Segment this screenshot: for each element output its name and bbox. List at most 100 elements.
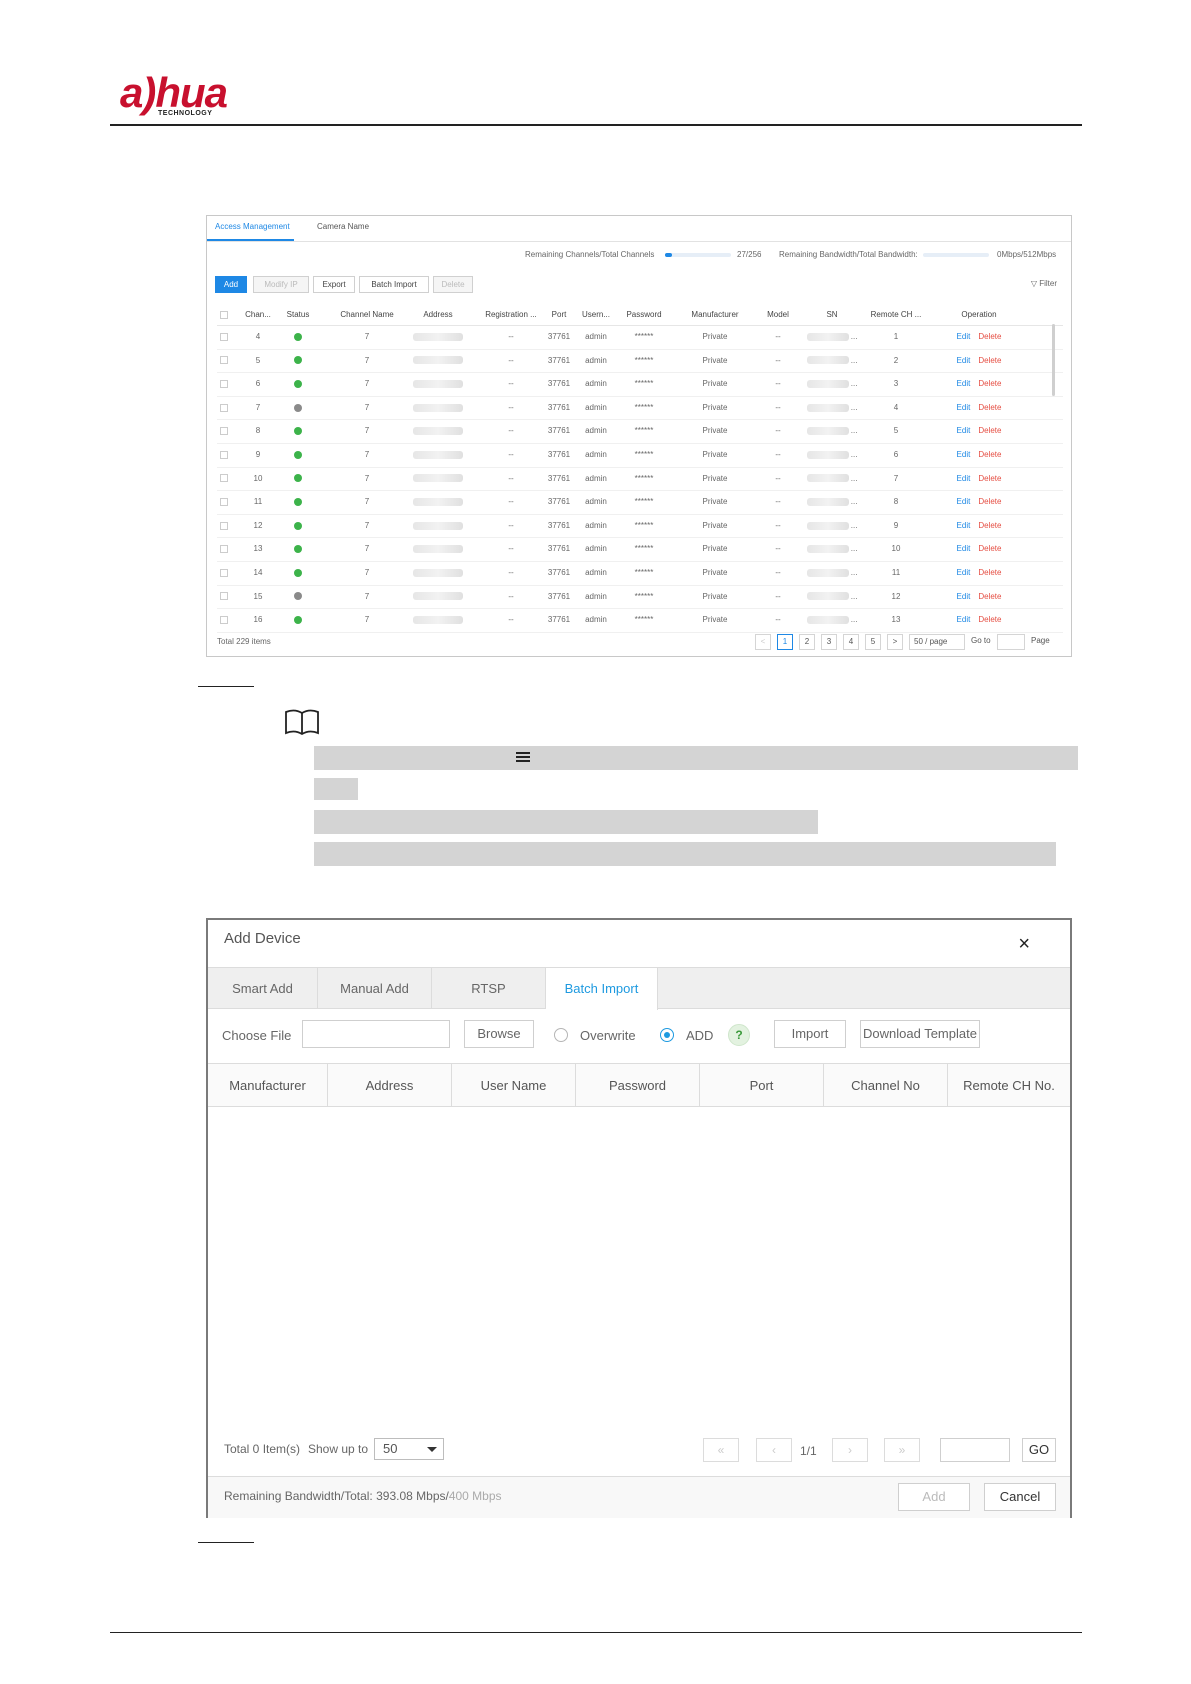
delete-link[interactable]: Delete — [978, 497, 1001, 506]
table-row[interactable]: 7 7 -- 37761 admin ****** Private -- ... 4 Edit De… — [217, 397, 1063, 421]
add-button[interactable]: Add — [215, 276, 247, 293]
row-checkbox[interactable] — [220, 403, 228, 412]
row-checkbox[interactable] — [220, 332, 228, 341]
edit-link[interactable]: Edit — [957, 403, 971, 412]
table-row[interactable]: 9 7 -- 37761 admin ****** Private -- ... 6 Edit De… — [217, 444, 1063, 468]
column-header[interactable]: Remote CH ... — [863, 304, 929, 325]
tab-smart-add[interactable]: Smart Add — [208, 968, 318, 1009]
tab-rtsp[interactable]: RTSP — [432, 968, 546, 1009]
row-checkbox[interactable] — [220, 474, 228, 483]
delete-link[interactable]: Delete — [978, 568, 1001, 577]
dialog-next-page-button[interactable]: › — [832, 1438, 868, 1462]
delete-link[interactable]: Delete — [978, 521, 1001, 530]
edit-link[interactable]: Edit — [957, 544, 971, 553]
last-page-button[interactable]: » — [884, 1438, 920, 1462]
import-button[interactable]: Import — [774, 1020, 846, 1048]
download-template-button[interactable]: Download Template — [860, 1020, 980, 1048]
next-page-button[interactable]: > — [887, 634, 903, 650]
delete-link[interactable]: Delete — [978, 426, 1001, 435]
table-row[interactable]: 14 7 -- 37761 admin ****** Private -- ... 11 Edit… — [217, 562, 1063, 586]
delete-link[interactable]: Delete — [978, 403, 1001, 412]
dialog-goto-input[interactable] — [940, 1438, 1010, 1462]
page-1[interactable]: 1 — [777, 634, 793, 650]
column-header[interactable]: Usern... — [577, 304, 615, 325]
cancel-button[interactable]: Cancel — [984, 1483, 1056, 1511]
row-checkbox[interactable] — [220, 380, 228, 389]
row-checkbox[interactable] — [220, 521, 228, 530]
page-3[interactable]: 3 — [821, 634, 837, 650]
table-row[interactable]: 12 7 -- 37761 admin ****** Private -- ... 9 Edit D… — [217, 515, 1063, 539]
edit-link[interactable]: Edit — [957, 497, 971, 506]
column-header[interactable]: Manufacturer — [677, 304, 753, 325]
edit-link[interactable]: Edit — [957, 332, 971, 341]
edit-link[interactable]: Edit — [957, 356, 971, 365]
add-mode-radio[interactable] — [660, 1028, 674, 1042]
overwrite-radio[interactable] — [554, 1028, 568, 1042]
page-2[interactable]: 2 — [799, 634, 815, 650]
filter-button[interactable]: ▽ Filter — [1031, 279, 1057, 288]
row-checkbox[interactable] — [220, 427, 228, 436]
table-row[interactable]: 16 7 -- 37761 admin ****** Private -- ... 13 Edit… — [217, 609, 1063, 633]
prev-page-button[interactable]: < — [755, 634, 771, 650]
close-icon[interactable]: × — [1018, 934, 1030, 954]
table-row[interactable]: 15 7 -- 37761 admin ****** Private -- ... 12 Edit… — [217, 586, 1063, 610]
delete-link[interactable]: Delete — [978, 356, 1001, 365]
edit-link[interactable]: Edit — [957, 521, 971, 530]
file-path-input[interactable] — [302, 1020, 450, 1048]
row-checkbox[interactable] — [220, 450, 228, 459]
modify-ip-button[interactable]: Modify IP — [253, 276, 309, 293]
delete-link[interactable]: Delete — [978, 450, 1001, 459]
edit-link[interactable]: Edit — [957, 592, 971, 601]
tab-camera-name[interactable]: Camera Name — [317, 222, 369, 231]
edit-link[interactable]: Edit — [957, 615, 971, 624]
column-header[interactable]: Password — [617, 304, 671, 325]
table-row[interactable]: 10 7 -- 37761 admin ****** Private -- ... 7 Edit D… — [217, 468, 1063, 492]
browse-button[interactable]: Browse — [464, 1020, 534, 1048]
table-scrollbar[interactable] — [1052, 324, 1055, 396]
page-4[interactable]: 4 — [843, 634, 859, 650]
delete-link[interactable]: Delete — [978, 379, 1001, 388]
row-checkbox[interactable] — [220, 545, 228, 554]
column-header[interactable]: Status — [275, 304, 321, 325]
batch-import-button[interactable]: Batch Import — [359, 276, 429, 293]
help-icon[interactable]: ? — [728, 1024, 750, 1046]
page-5[interactable]: 5 — [865, 634, 881, 650]
table-row[interactable]: 11 7 -- 37761 admin ****** Private -- ... 8 Edit D… — [217, 491, 1063, 515]
row-checkbox[interactable] — [220, 568, 228, 577]
tab-access-management[interactable]: Access Management — [215, 222, 290, 231]
column-header[interactable]: Address — [403, 304, 473, 325]
go-button[interactable]: GO — [1022, 1438, 1056, 1462]
dialog-prev-page-button[interactable]: ‹ — [756, 1438, 792, 1462]
table-row[interactable]: 8 7 -- 37761 admin ****** Private -- ... 5 Edit De… — [217, 420, 1063, 444]
goto-input[interactable] — [997, 634, 1025, 650]
edit-link[interactable]: Edit — [957, 426, 971, 435]
export-button[interactable]: Export — [313, 276, 355, 293]
column-header[interactable]: Operation — [939, 304, 1019, 325]
first-page-button[interactable]: « — [703, 1438, 739, 1462]
column-header[interactable]: SN — [805, 304, 859, 325]
table-row[interactable]: 6 7 -- 37761 admin ****** Private -- ... 3 Edit De… — [217, 373, 1063, 397]
column-header[interactable]: Channel Name — [329, 304, 405, 325]
edit-link[interactable]: Edit — [957, 474, 971, 483]
delete-link[interactable]: Delete — [978, 474, 1001, 483]
show-up-to-select[interactable]: 50 — [374, 1438, 444, 1460]
add-device-button[interactable]: Add — [898, 1483, 970, 1511]
column-header[interactable]: Model — [753, 304, 803, 325]
table-row[interactable]: 13 7 -- 37761 admin ****** Private -- ... 10 Edit… — [217, 538, 1063, 562]
row-checkbox[interactable] — [220, 356, 228, 365]
row-checkbox[interactable] — [220, 498, 228, 507]
delete-link[interactable]: Delete — [978, 544, 1001, 553]
tab-manual-add[interactable]: Manual Add — [318, 968, 432, 1009]
tab-batch-import[interactable]: Batch Import — [546, 968, 658, 1010]
select-all-checkbox[interactable] — [217, 304, 231, 325]
delete-link[interactable]: Delete — [978, 332, 1001, 341]
delete-button[interactable]: Delete — [433, 276, 473, 293]
page-size-select[interactable]: 50 / page — [909, 634, 965, 650]
column-header[interactable]: Port — [543, 304, 575, 325]
row-checkbox[interactable] — [220, 616, 228, 625]
table-row[interactable]: 4 7 -- 37761 admin ****** Private -- ... 1 Edit De… — [217, 326, 1063, 350]
row-checkbox[interactable] — [220, 592, 228, 601]
delete-link[interactable]: Delete — [978, 592, 1001, 601]
edit-link[interactable]: Edit — [957, 450, 971, 459]
table-row[interactable]: 5 7 -- 37761 admin ****** Private -- ... 2 Edit De… — [217, 350, 1063, 374]
